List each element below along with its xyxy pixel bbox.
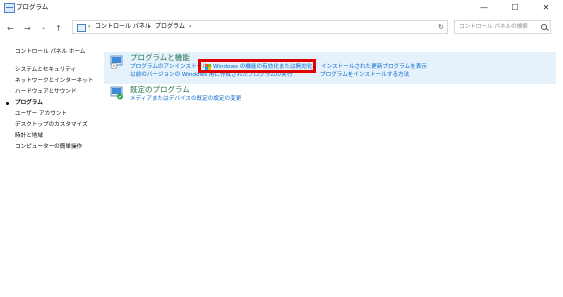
breadcrumb-separator[interactable]: › [189, 22, 191, 32]
sidebar-item-system-security[interactable]: システムとセキュリティ [15, 66, 76, 75]
minimize-button[interactable]: — [473, 0, 495, 16]
sidebar-item-network[interactable]: ネットワークとインターネット [15, 77, 93, 86]
title-bar: プログラム — ☐ ✕ [0, 0, 563, 16]
forward-button[interactable]: → [24, 24, 31, 34]
sidebar-item-control-panel-home[interactable]: コントロール パネル ホーム [15, 48, 86, 57]
control-panel-icon [77, 24, 86, 32]
search-placeholder: コントロール パネルの検索 [459, 24, 528, 30]
sidebar-item-appearance[interactable]: デスクトップのカスタマイズ [15, 121, 88, 130]
refresh-icon[interactable]: ↻ [438, 22, 444, 32]
back-button[interactable]: ← [7, 24, 14, 34]
default-programs-title[interactable]: 既定のプログラム [130, 85, 190, 95]
address-bar[interactable]: › コントロール パネル › プログラム › ⌄ [72, 20, 502, 34]
breadcrumb-control-panel[interactable]: コントロール パネル [95, 22, 151, 32]
change-media-defaults-link[interactable]: メディアまたはデバイスの既定の設定の変更 [130, 95, 241, 103]
uninstall-program-link[interactable]: プログラムのアンインストール [130, 63, 208, 71]
sidebar-item-hardware-sound[interactable]: ハードウェアとサウンド [15, 88, 76, 97]
close-button[interactable]: ✕ [535, 0, 557, 16]
up-button[interactable]: ↑ [55, 24, 62, 34]
active-indicator [6, 102, 9, 105]
sidebar-item-user-accounts[interactable]: ユーザー アカウント [15, 110, 67, 119]
control-panel-icon [4, 3, 15, 13]
search-input[interactable]: コントロール パネルの検索 [454, 20, 551, 34]
how-to-install-link[interactable]: プログラムをインストールする方法 [320, 71, 409, 79]
recent-locations-button[interactable]: ⌄ [41, 23, 46, 33]
window-title: プログラム [16, 3, 49, 11]
programs-features-title[interactable]: プログラムと機能 [130, 53, 190, 63]
maximize-button[interactable]: ☐ [504, 0, 526, 16]
search-icon[interactable] [541, 24, 547, 30]
sidebar-item-programs[interactable]: プログラム [15, 99, 43, 108]
breadcrumb-separator: › [148, 23, 151, 30]
breadcrumb-programs[interactable]: プログラム [155, 22, 185, 32]
highlight-box [198, 59, 316, 73]
sidebar-item-clock-region[interactable]: 時計と地域 [15, 132, 43, 141]
sidebar-item-ease-of-access[interactable]: コンピューターの簡単操作 [15, 143, 82, 152]
breadcrumb-separator: › [88, 23, 91, 30]
programs-features-icon [110, 55, 123, 69]
view-installed-updates-link[interactable]: インストールされた更新プログラムを表示 [321, 63, 427, 71]
default-programs-icon [110, 86, 123, 100]
